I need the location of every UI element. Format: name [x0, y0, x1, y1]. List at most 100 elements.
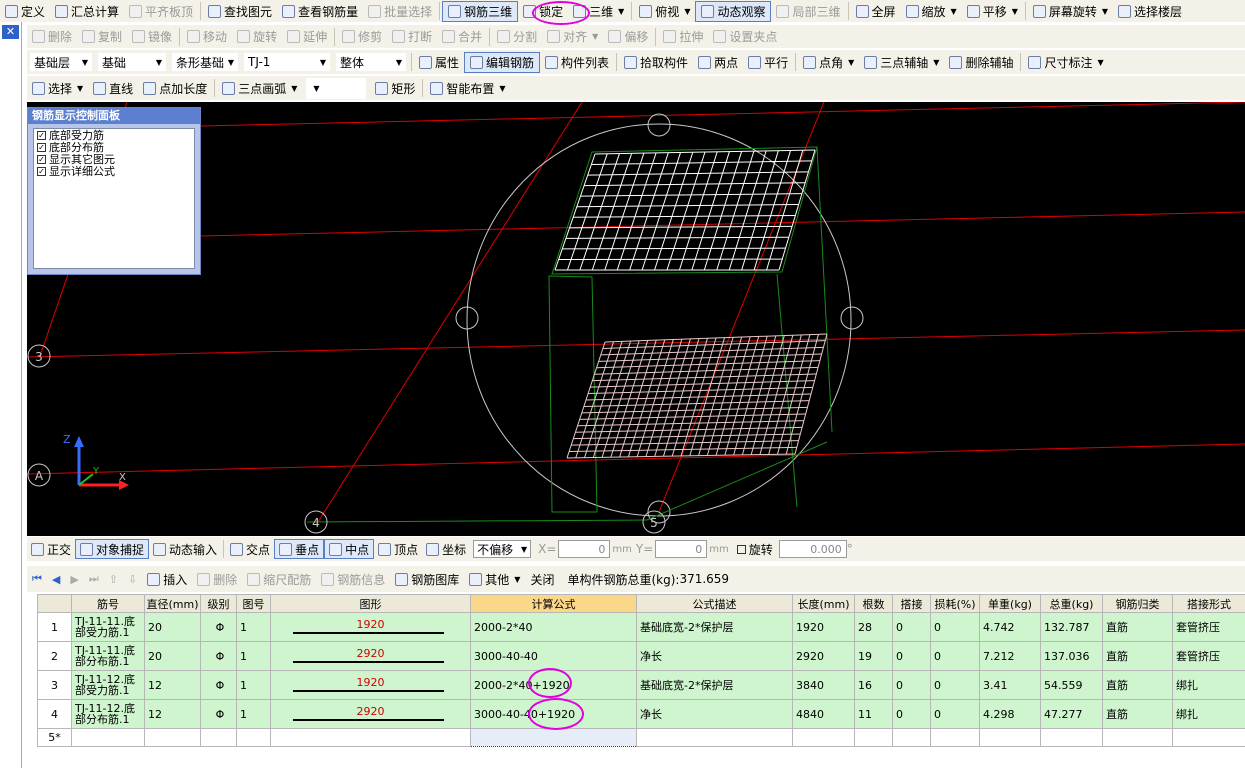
- checkbox[interactable]: ✓: [37, 166, 46, 176]
- empty-cell[interactable]: [71, 728, 145, 747]
- dia-cell[interactable]: 20: [144, 612, 201, 642]
- desc-cell[interactable]: 基础底宽-2*保护层: [636, 670, 793, 700]
- grade-cell[interactable]: Φ: [200, 670, 237, 700]
- length-cell[interactable]: 1920: [792, 612, 855, 642]
- fig-cell[interactable]: 1: [236, 699, 271, 729]
- snap-button-1[interactable]: 对象捕捉: [75, 539, 150, 559]
- loss-cell[interactable]: 0: [930, 670, 980, 700]
- edit-button-11[interactable]: 偏移: [603, 26, 653, 47]
- snap-button-4[interactable]: 垂点: [274, 539, 325, 559]
- new-row[interactable]: 5*: [37, 728, 1245, 747]
- table-row[interactable]: 3 TJ-11-12.底 部受力筋.1 12 Φ 1 1920 2000-2*40+1920 基…: [37, 670, 1245, 700]
- empty-cell[interactable]: [636, 728, 793, 747]
- formula-cell[interactable]: 2000-2*40: [470, 612, 637, 642]
- fig-cell[interactable]: 1: [236, 641, 271, 671]
- component-button-4[interactable]: 两点: [693, 52, 743, 73]
- empty-cell[interactable]: [1040, 728, 1103, 747]
- dia-cell[interactable]: 12: [144, 699, 201, 729]
- empty-cell[interactable]: [270, 728, 471, 747]
- grade-cell[interactable]: Φ: [200, 612, 237, 642]
- filter-select-1[interactable]: 基础 ▼: [98, 53, 166, 71]
- component-button-8[interactable]: 删除辅轴: [944, 52, 1018, 73]
- column-header[interactable]: 根数: [854, 594, 893, 613]
- column-header[interactable]: 图号: [236, 594, 271, 613]
- snap-button-7[interactable]: 坐标: [422, 539, 470, 559]
- filter-select-3[interactable]: TJ-1 ▼: [244, 53, 330, 71]
- total_w-cell[interactable]: 137.036: [1040, 641, 1103, 671]
- chevron-down-icon[interactable]: ▼: [933, 58, 939, 67]
- move-down-icon[interactable]: ⇩: [123, 573, 142, 586]
- column-header[interactable]: 搭接: [892, 594, 931, 613]
- lap_type-cell[interactable]: 套管挤压: [1172, 612, 1245, 642]
- table-row[interactable]: 4 TJ-11-12.底 部分布筋.1 12 Φ 1 2920 3000-40-40+1920…: [37, 699, 1245, 729]
- empty-cell[interactable]: [144, 728, 201, 747]
- dia-cell[interactable]: 20: [144, 641, 201, 671]
- lap_type-cell[interactable]: 套管挤压: [1172, 641, 1245, 671]
- table-tool-3[interactable]: 钢筋信息: [316, 571, 390, 588]
- total_w-cell[interactable]: 54.559: [1040, 670, 1103, 700]
- lap-cell[interactable]: 0: [892, 670, 931, 700]
- lap_type-cell[interactable]: 绑扎: [1172, 699, 1245, 729]
- empty-cell[interactable]: [930, 728, 980, 747]
- column-header[interactable]: 长度(mm): [792, 594, 855, 613]
- column-header[interactable]: 单重(kg): [979, 594, 1041, 613]
- rebar-shape-cell[interactable]: 2920: [270, 699, 471, 729]
- table-tool-0[interactable]: 插入: [142, 571, 192, 588]
- component-button-7[interactable]: 三点辅轴 ▼: [859, 52, 944, 73]
- count-cell[interactable]: 28: [854, 612, 893, 642]
- chevron-down-icon[interactable]: ▼: [684, 7, 690, 16]
- edit-button-12[interactable]: 拉伸: [658, 26, 708, 47]
- empty-cell[interactable]: [792, 728, 855, 747]
- unit_w-cell[interactable]: 4.298: [979, 699, 1041, 729]
- edit-button-1[interactable]: 复制: [77, 26, 127, 47]
- count-cell[interactable]: 19: [854, 641, 893, 671]
- edit-button-10[interactable]: 对齐 ▼: [542, 26, 603, 47]
- checkbox[interactable]: ✓: [37, 142, 46, 152]
- dia-cell[interactable]: 12: [144, 670, 201, 700]
- empty-cell[interactable]: [470, 728, 637, 747]
- category-cell[interactable]: 直筋: [1102, 641, 1173, 671]
- draw-button-5[interactable]: 矩形: [370, 78, 420, 99]
- component-button-6[interactable]: 点角 ▼: [798, 52, 859, 73]
- rebar-shape-cell[interactable]: 2920: [270, 641, 471, 671]
- empty-cell[interactable]: [979, 728, 1041, 747]
- rotate-checkbox[interactable]: [736, 544, 746, 554]
- draw-button-0[interactable]: 选择 ▼: [27, 78, 88, 99]
- category-cell[interactable]: 直筋: [1102, 670, 1173, 700]
- desc-cell[interactable]: 净长: [636, 641, 793, 671]
- last-record-icon[interactable]: ⏭: [84, 572, 104, 586]
- first-record-icon[interactable]: ⏮: [27, 572, 47, 586]
- main-button-10[interactable]: 动态观察: [695, 0, 772, 22]
- component-button-0[interactable]: 属性: [414, 52, 464, 73]
- y-coord-input[interactable]: 0: [655, 540, 708, 558]
- empty-cell[interactable]: [892, 728, 931, 747]
- fig-cell[interactable]: 1: [236, 670, 271, 700]
- edit-button-2[interactable]: 镜像: [127, 26, 177, 47]
- main-button-0[interactable]: 定义: [0, 1, 50, 22]
- lap-cell[interactable]: 0: [892, 612, 931, 642]
- column-header[interactable]: 损耗(%): [930, 594, 980, 613]
- edit-button-4[interactable]: 旋转: [232, 26, 282, 47]
- edit-button-9[interactable]: 分割: [492, 26, 542, 47]
- empty-cell[interactable]: [236, 728, 271, 747]
- close-icon[interactable]: ✕: [2, 25, 19, 39]
- main-button-6[interactable]: 钢筋三维: [442, 0, 519, 22]
- component-button-5[interactable]: 平行: [743, 52, 793, 73]
- edit-button-5[interactable]: 延伸: [282, 26, 332, 47]
- table-row[interactable]: 1 TJ-11-11.底 部受力筋.1 20 Φ 1 1920 2000-2*40 基础底宽-2…: [37, 612, 1245, 642]
- snap-button-0[interactable]: 正交: [27, 539, 75, 559]
- draw-button-2[interactable]: 点加长度: [138, 78, 212, 99]
- table-tool-4[interactable]: 钢筋图库: [390, 571, 464, 588]
- unit_w-cell[interactable]: 3.41: [979, 670, 1041, 700]
- component-button-2[interactable]: 构件列表: [540, 52, 614, 73]
- unit_w-cell[interactable]: 7.212: [979, 641, 1041, 671]
- length-cell[interactable]: 3840: [792, 670, 855, 700]
- column-header[interactable]: 公式描述: [636, 594, 793, 613]
- column-header[interactable]: 钢筋归类: [1102, 594, 1173, 613]
- filter-select-2[interactable]: 条形基础 ▼: [172, 53, 238, 71]
- grade-cell[interactable]: Φ: [200, 641, 237, 671]
- main-button-16[interactable]: 选择楼层: [1113, 1, 1187, 22]
- snap-button-5[interactable]: 中点: [324, 539, 375, 559]
- lap-cell[interactable]: 0: [892, 641, 931, 671]
- main-button-14[interactable]: 平移 ▼: [962, 1, 1023, 22]
